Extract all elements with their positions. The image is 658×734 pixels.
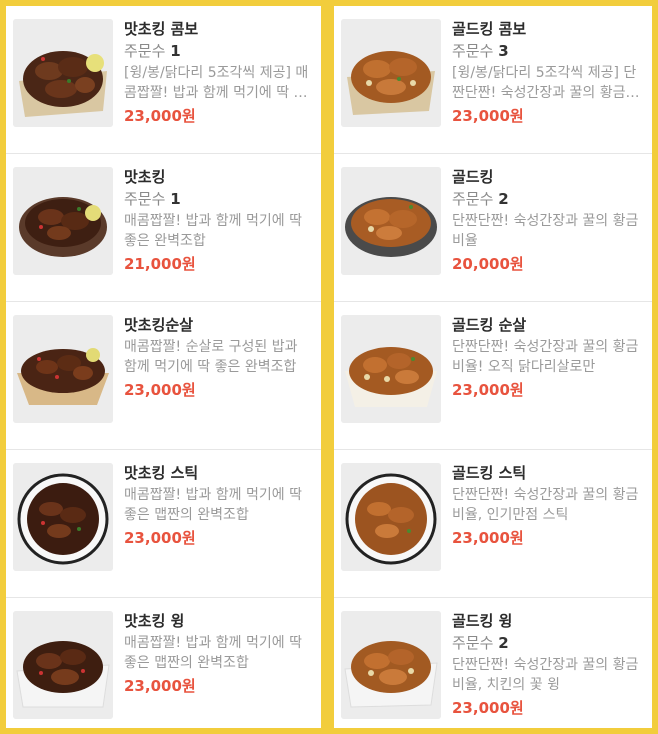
order-count-label: 주문수 (452, 42, 494, 60)
menu-item-description: 단짠단짠! 숙성간장과 꿀의 황금 비율! 오직 닭다리살로만 (452, 339, 639, 375)
order-count: 주문수 3 (452, 40, 640, 62)
menu-item-photo (341, 19, 441, 127)
menu-item-photo (13, 611, 113, 719)
menu-item-price: 23,000원 (124, 107, 196, 125)
menu-item-photo (13, 19, 113, 127)
fried-chicken-photo (13, 315, 113, 423)
menu-item-name: 맛초킹 (124, 168, 166, 186)
menu-item-photo (341, 463, 441, 571)
order-count-value: 2 (498, 190, 509, 208)
menu-item-description: 매콤짭짤! 밥과 함께 먹기에 딱 좋은 맵짠의 완벽조합 (124, 635, 302, 671)
menu-item-maccho-king-boneless[interactable]: 맛초킹순살 매콤짭짤! 순살로 구성된 밥과 함께 먹기에 딱 좋은 완벽조합 … (6, 302, 321, 450)
fried-chicken-photo (341, 19, 441, 127)
menu-item-description: [윙/봉/닭다리 5조각씩 제공] 매콤짭짤! 밥과 함께 먹기에 딱 좋은 완… (124, 65, 309, 101)
menu-item-maccho-king[interactable]: 맛초킹 주문수 1 매콤짭짤! 밥과 함께 먹기에 딱 좋은 완벽조합 21,0… (6, 154, 321, 302)
order-count: 주문수 2 (452, 188, 640, 210)
menu-item-name: 골드킹 콤보 (452, 20, 527, 38)
menu-item-photo (341, 315, 441, 423)
fried-chicken-photo (341, 463, 441, 571)
menu-item-gold-king-wing[interactable]: 골드킹 윙 주문수 2 단짠단짠! 숙성간장과 꿀의 황금비율, 치킨의 꽃 윙… (334, 598, 652, 728)
menu-item-name: 골드킹 윙 (452, 612, 513, 630)
menu-item-gold-king[interactable]: 골드킹 주문수 2 단짠단짠! 숙성간장과 꿀의 황금비율 20,000원 (334, 154, 652, 302)
menu-item-price: 23,000원 (452, 529, 524, 547)
menu-item-description: [윙/봉/닭다리 5조각씩 제공] 단짠단짠! 숙성간장과 꿀의 황금비율 (452, 65, 639, 101)
order-count: 주문수 1 (124, 40, 309, 62)
menu-item-price: 23,000원 (124, 529, 196, 547)
order-count-value: 1 (170, 42, 181, 60)
order-count-label: 주문수 (124, 42, 166, 60)
menu-item-price: 23,000원 (452, 107, 524, 125)
order-count: 주문수 2 (452, 632, 640, 654)
menu-item-name: 맛초킹 윙 (124, 612, 185, 630)
menu-item-photo (341, 611, 441, 719)
fried-chicken-photo (341, 611, 441, 719)
menu-item-name: 맛초킹순살 (124, 316, 194, 334)
menu-item-photo (13, 315, 113, 423)
order-count: 주문수 1 (124, 188, 309, 210)
menu-column-right: 골드킹 콤보 주문수 3 [윙/봉/닭다리 5조각씩 제공] 단짠단짠! 숙성간… (334, 6, 652, 728)
menu-item-description: 매콤짭짤! 밥과 함께 먹기에 딱 좋은 완벽조합 (124, 213, 302, 249)
menu-item-price: 23,000원 (452, 381, 524, 399)
fried-chicken-photo (13, 463, 113, 571)
menu-item-name: 맛초킹 스틱 (124, 464, 199, 482)
menu-item-maccho-king-stick[interactable]: 맛초킹 스틱 매콤짭짤! 밥과 함께 먹기에 딱 좋은 맵짠의 완벽조합 23,… (6, 450, 321, 598)
menu-item-price: 21,000원 (124, 255, 196, 273)
menu-item-name: 맛초킹 콤보 (124, 20, 199, 38)
menu-item-maccho-king-wing[interactable]: 맛초킹 윙 매콤짭짤! 밥과 함께 먹기에 딱 좋은 맵짠의 완벽조합 23,0… (6, 598, 321, 728)
menu-item-name: 골드킹 스틱 (452, 464, 527, 482)
menu-item-maccho-king-combo[interactable]: 맛초킹 콤보 주문수 1 [윙/봉/닭다리 5조각씩 제공] 매콤짭짤! 밥과 … (6, 6, 321, 154)
menu-item-description: 매콤짭짤! 밥과 함께 먹기에 딱 좋은 맵짠의 완벽조합 (124, 487, 302, 523)
menu-item-photo (13, 167, 113, 275)
fried-chicken-photo (341, 167, 441, 275)
menu-item-name: 골드킹 (452, 168, 494, 186)
fried-chicken-photo (341, 315, 441, 423)
order-count-label: 주문수 (124, 190, 166, 208)
menu-item-description: 단짠단짠! 숙성간장과 꿀의 황금비율 (452, 213, 639, 249)
fried-chicken-photo (13, 167, 113, 275)
order-count-value: 1 (170, 190, 181, 208)
menu-item-description: 매콤짭짤! 순살로 구성된 밥과 함께 먹기에 딱 좋은 완벽조합 (124, 339, 298, 375)
order-count-value: 2 (498, 634, 509, 652)
order-count-value: 3 (498, 42, 509, 60)
menu-item-photo (341, 167, 441, 275)
menu-item-gold-king-combo[interactable]: 골드킹 콤보 주문수 3 [윙/봉/닭다리 5조각씩 제공] 단짠단짠! 숙성간… (334, 6, 652, 154)
fried-chicken-photo (13, 611, 113, 719)
menu-item-price: 23,000원 (124, 381, 196, 399)
order-count-label: 주문수 (452, 190, 494, 208)
menu-item-price: 20,000원 (452, 255, 524, 273)
order-count-label: 주문수 (452, 634, 494, 652)
menu-item-description: 단짠단짠! 숙성간장과 꿀의 황금비율, 인기만점 스틱 (452, 487, 639, 523)
menu-item-price: 23,000원 (124, 677, 196, 695)
menu-item-description: 단짠단짠! 숙성간장과 꿀의 황금비율, 치킨의 꽃 윙 (452, 657, 639, 693)
menu-item-gold-king-stick[interactable]: 골드킹 스틱 단짠단짠! 숙성간장과 꿀의 황금비율, 인기만점 스틱 23,0… (334, 450, 652, 598)
menu-column-left: 맛초킹 콤보 주문수 1 [윙/봉/닭다리 5조각씩 제공] 매콤짭짤! 밥과 … (6, 6, 321, 728)
menu-item-name: 골드킹 순살 (452, 316, 527, 334)
menu-item-gold-king-boneless[interactable]: 골드킹 순살 단짠단짠! 숙성간장과 꿀의 황금 비율! 오직 닭다리살로만 2… (334, 302, 652, 450)
fried-chicken-photo (13, 19, 113, 127)
menu-item-price: 23,000원 (452, 699, 524, 717)
menu-item-photo (13, 463, 113, 571)
